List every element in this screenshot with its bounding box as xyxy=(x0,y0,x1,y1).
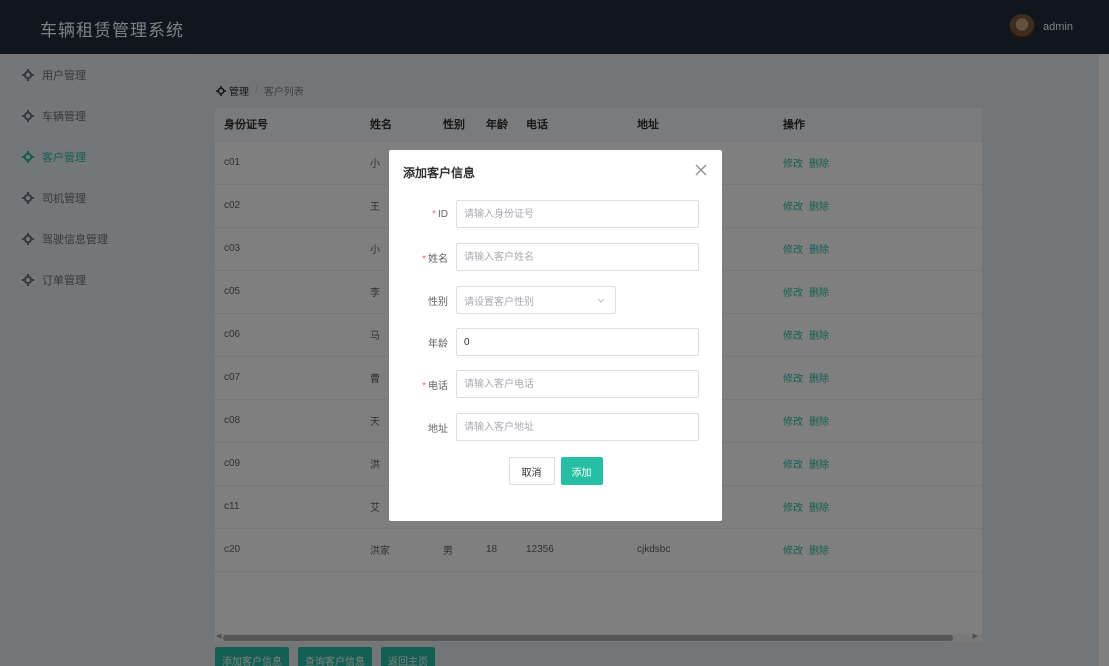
address-label: 地址 xyxy=(428,423,448,435)
gender-label: 性别 xyxy=(428,296,448,308)
required-mark: * xyxy=(422,253,426,265)
dialog-buttons: 取消 添加 xyxy=(389,457,722,485)
name-input[interactable] xyxy=(456,243,699,271)
form-row-id: * ID xyxy=(389,200,722,228)
submit-button[interactable]: 添加 xyxy=(560,457,603,485)
name-label: 姓名 xyxy=(428,253,448,265)
address-input[interactable] xyxy=(456,413,699,441)
add-customer-dialog: 添加客户信息 *ID *姓名 性别 请设置客户性别 年龄 *电话 地址 取消 添… xyxy=(389,150,722,521)
age-label: 年龄 xyxy=(428,338,448,350)
required-mark: * xyxy=(422,380,426,392)
close-icon[interactable] xyxy=(692,161,710,179)
required-mark: * xyxy=(432,208,436,220)
chevron-down-icon xyxy=(597,298,605,303)
form-row-address: 地址 xyxy=(389,413,722,441)
age-input[interactable] xyxy=(456,328,699,356)
gender-select-placeholder: 请设置客户性别 xyxy=(464,296,534,308)
gender-select[interactable]: 请设置客户性别 xyxy=(456,286,616,314)
cancel-button[interactable]: 取消 xyxy=(508,457,555,485)
phone-label: 电话 xyxy=(428,380,448,392)
form-row-age: 年龄 xyxy=(389,328,722,356)
form-row-phone: * 电话 xyxy=(389,370,722,398)
id-label: ID xyxy=(438,208,448,220)
form-row-name: * 姓名 xyxy=(389,243,722,271)
form-row-gender: 性别 请设置客户性别 xyxy=(389,286,722,314)
phone-input[interactable] xyxy=(456,370,699,398)
id-input[interactable] xyxy=(456,200,699,228)
dialog-title: 添加客户信息 xyxy=(403,166,476,180)
